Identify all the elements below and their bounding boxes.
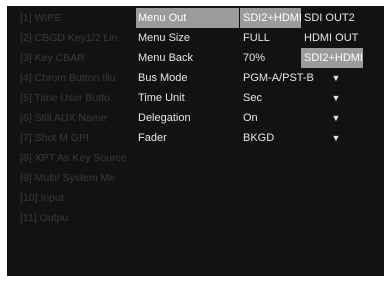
menu-item-number: [4]: [20, 72, 32, 84]
main-menu-item-wipe[interactable]: [1] WIPE: [20, 9, 145, 27]
menu-item-number: [3]: [20, 52, 32, 64]
main-menu-item-shot-memory[interactable]: [7] Shot M GPI: [20, 129, 145, 147]
dropdown-option-sdi2-hdmi[interactable]: SDI2+HDMI: [301, 48, 363, 68]
dropdown-option-sdi-out2[interactable]: SDI OUT2: [301, 8, 363, 28]
setting-label-time-unit[interactable]: Time Unit: [136, 88, 239, 108]
main-menu-item-time[interactable]: [5] Time User Butto: [20, 89, 145, 107]
menu-item-label: XPT As Key Source: [34, 152, 127, 164]
setting-label-delegation[interactable]: Delegation: [136, 108, 239, 128]
setting-label-fader[interactable]: Fader: [136, 128, 239, 148]
setting-value-menu-size[interactable]: FULL: [240, 28, 304, 48]
main-menu-item-input[interactable]: [10] Input: [20, 189, 145, 207]
menu-item-label: Chrom Button Illu: [34, 72, 116, 84]
menu-item-number: [10]: [20, 192, 38, 204]
menu-item-label: Input: [40, 192, 64, 204]
menu-item-label: Shot M GPI: [34, 132, 89, 144]
main-menu-item-key[interactable]: [3] Key CBAR: [20, 49, 145, 67]
main-menu-item-cbgd[interactable]: [2] CBGD Key1/2 Lin: [20, 29, 145, 47]
dropdown-option-hdmi-out[interactable]: HDMI OUT: [301, 28, 363, 48]
setting-label-menu-out[interactable]: Menu Out: [136, 8, 239, 28]
chevron-down-icon[interactable]: ▼: [329, 128, 343, 148]
menu-item-label: Outpu: [39, 212, 69, 224]
main-menu-item-multiview[interactable]: [9] Multi/ System Me: [20, 169, 145, 187]
menu-item-label: Key CBAR: [34, 52, 85, 64]
menu-screen: [1] WIPE [2] CBGD Key1/2 Lin [3] Key CBA…: [7, 6, 384, 276]
menu-item-label: WIPE: [34, 12, 62, 24]
main-menu-item-chrom[interactable]: [4] Chrom Button Illu: [20, 69, 145, 87]
setting-value-fader[interactable]: BKGD: [240, 128, 304, 148]
menu-item-number: [2]: [20, 32, 32, 44]
main-menu-item-output[interactable]: [11] Outpu: [20, 209, 145, 227]
menu-item-number: [5]: [20, 92, 32, 104]
setting-label-menu-back[interactable]: Menu Back: [136, 48, 239, 68]
menu-item-number: [11]: [20, 212, 37, 224]
menu-item-label: CBGD Key1/2 Lin: [34, 32, 118, 44]
menu-item-label: Time User Butto: [34, 92, 110, 104]
menu-item-number: [9]: [20, 172, 32, 184]
setting-value-time-unit[interactable]: Sec: [240, 88, 304, 108]
setting-label-bus-mode[interactable]: Bus Mode: [136, 68, 239, 88]
chevron-down-icon[interactable]: ▼: [329, 108, 343, 128]
chevron-down-icon[interactable]: ▼: [329, 68, 343, 88]
menu-item-label: Multi/ System Me: [34, 172, 116, 184]
setting-value-bus-mode[interactable]: PGM-A/PST-B: [240, 68, 314, 88]
menu-item-number: [6]: [20, 112, 32, 124]
menu-item-label: Still AUX Name: [34, 112, 107, 124]
setting-value-delegation[interactable]: On: [240, 108, 304, 128]
setting-value-menu-back[interactable]: 70%: [240, 48, 304, 68]
main-menu-item-still[interactable]: [6] Still AUX Name: [20, 109, 145, 127]
menu-item-number: [8]: [20, 152, 32, 164]
setting-label-menu-size[interactable]: Menu Size: [136, 28, 239, 48]
menu-item-number: [1]: [20, 12, 32, 24]
chevron-down-icon[interactable]: ▼: [329, 88, 343, 108]
menu-out-dropdown: SDI OUT2 HDMI OUT SDI2+HDMI: [301, 8, 363, 69]
menu-item-number: [7]: [20, 132, 32, 144]
main-menu-item-xpt-assign[interactable]: [8] XPT As Key Source: [20, 149, 145, 167]
setting-value-menu-out[interactable]: SDI2+HDMI: [240, 8, 304, 28]
